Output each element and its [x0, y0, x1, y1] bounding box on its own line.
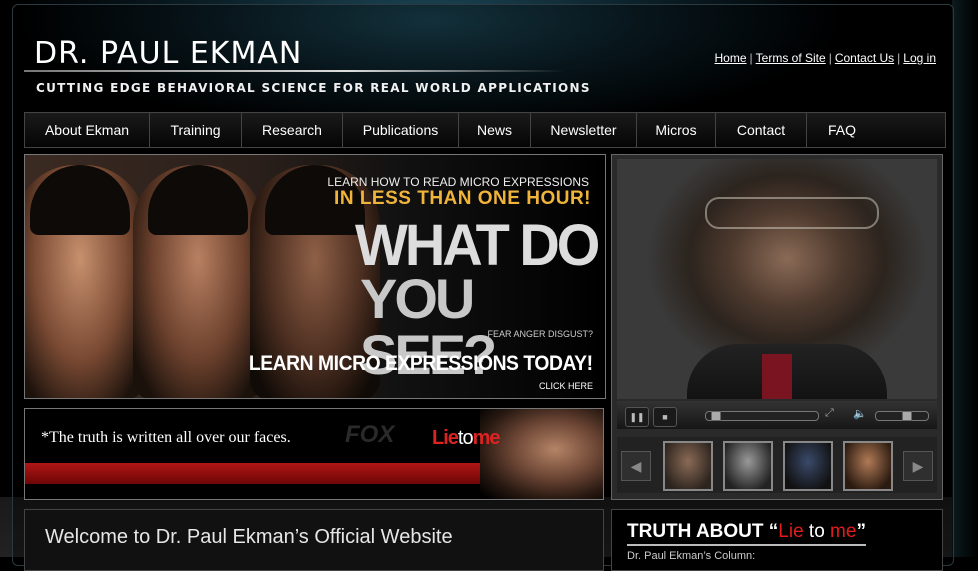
link-separator: | — [828, 51, 832, 65]
lie-to-me-banner[interactable]: FOX *The truth is written all over our f… — [24, 408, 604, 500]
banner-line1: LEARN HOW TO READ MICRO EXPRESSIONS — [327, 175, 589, 189]
face-image — [25, 165, 145, 398]
pause-icon[interactable]: ❚❚ — [625, 407, 649, 427]
truth-suffix: ” — [856, 521, 866, 542]
logo-lie: Lie — [432, 427, 459, 449]
truth-title[interactable]: TRUTH ABOUT “Lie to me” — [627, 521, 866, 546]
banner-line2: IN LESS THAN ONE HOUR! — [334, 188, 591, 209]
fullscreen-icon[interactable]: ⤢ — [825, 407, 834, 420]
red-bar — [25, 463, 485, 484]
progress-knob[interactable] — [711, 411, 722, 421]
truth-lie: Lie — [778, 521, 804, 542]
volume-slider[interactable] — [875, 411, 929, 421]
login-link[interactable]: Log in — [903, 51, 936, 65]
nav-item-newsletter[interactable]: Newsletter — [531, 113, 637, 147]
nav-item-publications[interactable]: Publications — [343, 113, 459, 147]
nav-item-news[interactable]: News — [459, 113, 531, 147]
video-thumbnail[interactable] — [663, 441, 713, 491]
site-logo[interactable]: DR. PAUL EKMAN — [34, 36, 302, 71]
prev-arrow-icon[interactable]: ◀ — [621, 451, 651, 481]
terms-link[interactable]: Terms of Site — [756, 51, 826, 65]
stop-icon[interactable]: ■ — [653, 407, 677, 427]
welcome-panel: Welcome to Dr. Paul Ekman’s Official Web… — [24, 509, 604, 571]
logo-to: to — [457, 427, 474, 449]
video-thumbnail[interactable] — [783, 441, 833, 491]
banner-quote: *The truth is written all over our faces… — [41, 429, 291, 446]
top-links: Home | Terms of Site | Contact Us | Log in — [715, 51, 936, 65]
video-controls: ❚❚ ■ ⤢ 🔈 — [617, 401, 937, 429]
video-screen[interactable] — [617, 159, 937, 399]
banner-headline-what: WHAT DO — [355, 211, 600, 278]
video-frame-detail — [705, 197, 879, 229]
progress-bar[interactable] — [705, 411, 819, 421]
truth-me: me — [830, 521, 857, 542]
logo-me: me — [472, 427, 501, 449]
nav-item-about[interactable]: About Ekman — [25, 113, 150, 147]
welcome-title: Welcome to Dr. Paul Ekman’s Official Web… — [45, 526, 453, 548]
link-separator: | — [749, 51, 753, 65]
truth-prefix: TRUTH ABOUT “ — [627, 521, 779, 542]
actor-photo — [480, 409, 603, 499]
window-edge — [952, 0, 978, 557]
truth-panel: TRUTH ABOUT “Lie to me” Dr. Paul Ekman’s… — [611, 509, 943, 571]
nav-item-training[interactable]: Training — [150, 113, 242, 147]
nav-item-contact[interactable]: Contact — [716, 113, 807, 147]
volume-icon[interactable]: 🔈 — [853, 407, 867, 420]
video-thumbnails: ◀ ▶ — [617, 437, 937, 493]
lie-to-me-logo: Lietome — [432, 427, 500, 450]
banner-cta[interactable]: LEARN MICRO EXPRESSIONS TODAY! — [249, 352, 593, 376]
truth-subtitle: Dr. Paul Ekman’s Column: — [627, 550, 756, 562]
contact-us-link[interactable]: Contact Us — [835, 51, 894, 65]
main-nav: About Ekman Training Research Publicatio… — [24, 112, 946, 148]
logo-underline — [24, 70, 564, 72]
nav-item-research[interactable]: Research — [242, 113, 343, 147]
video-player: ❚❚ ■ ⤢ 🔈 ◀ ▶ — [611, 154, 943, 500]
truth-to: to — [803, 521, 831, 542]
link-separator: | — [897, 51, 901, 65]
video-thumbnail[interactable] — [843, 441, 893, 491]
next-arrow-icon[interactable]: ▶ — [903, 451, 933, 481]
nav-item-faq[interactable]: FAQ — [807, 113, 877, 147]
fox-logo: FOX — [345, 421, 395, 448]
face-image — [133, 165, 263, 398]
video-thumbnail[interactable] — [723, 441, 773, 491]
volume-knob[interactable] — [902, 411, 913, 421]
click-here-link[interactable]: CLICK HERE — [539, 381, 593, 391]
micro-expressions-banner[interactable]: LEARN HOW TO READ MICRO EXPRESSIONS IN L… — [24, 154, 606, 399]
home-link[interactable]: Home — [715, 51, 747, 65]
banner-emotions: FEAR ANGER DISGUST? — [487, 329, 593, 339]
site-tagline: CUTTING EDGE BEHAVIORAL SCIENCE FOR REAL… — [36, 81, 591, 95]
nav-item-micros[interactable]: Micros — [637, 113, 716, 147]
video-frame-detail — [762, 354, 792, 399]
